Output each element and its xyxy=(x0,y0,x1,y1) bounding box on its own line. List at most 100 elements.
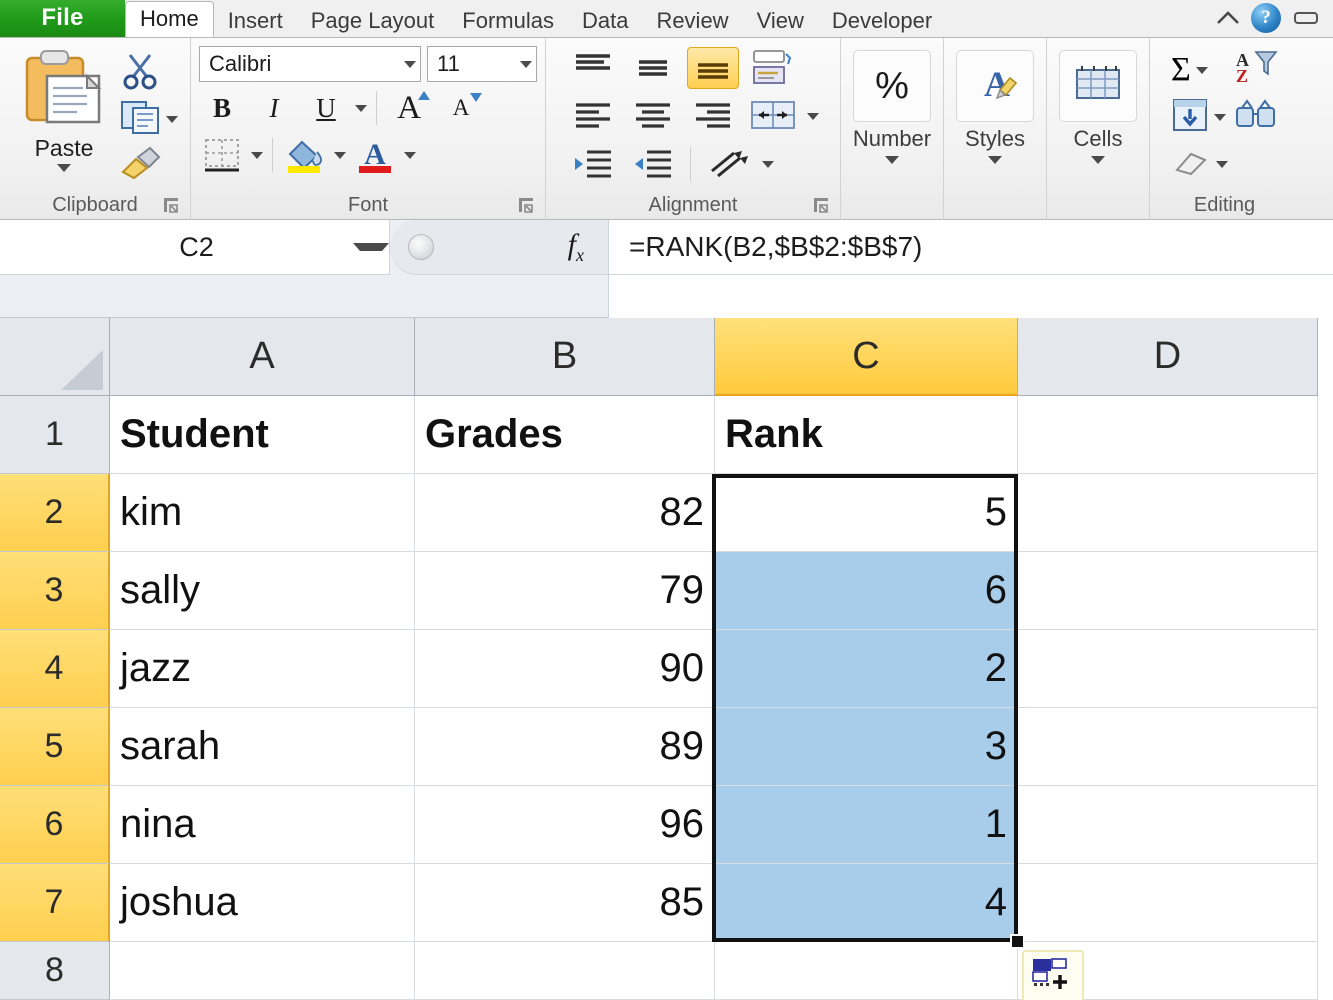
underline-caret-icon[interactable] xyxy=(355,104,367,112)
tab-view[interactable]: View xyxy=(743,4,818,37)
cell-B1[interactable]: Grades xyxy=(415,396,715,474)
number-dropdown-caret[interactable] xyxy=(885,156,899,164)
cell-D2[interactable] xyxy=(1018,474,1318,552)
increase-indent-button[interactable] xyxy=(627,143,679,185)
orientation-button[interactable] xyxy=(747,47,799,89)
fill-handle[interactable] xyxy=(1010,934,1025,949)
cell-D4[interactable] xyxy=(1018,630,1318,708)
tab-home[interactable]: Home xyxy=(125,1,214,37)
cell-A4[interactable]: jazz xyxy=(110,630,415,708)
grow-font-button[interactable]: A xyxy=(386,87,432,129)
autosum-button[interactable]: Σ xyxy=(1171,48,1228,92)
name-box[interactable]: C2 xyxy=(0,220,390,275)
column-header-b[interactable]: B xyxy=(415,318,715,396)
borders-button[interactable] xyxy=(199,134,245,176)
cell-D1[interactable] xyxy=(1018,396,1318,474)
cell-B7[interactable]: 85 xyxy=(415,864,715,942)
styles-dropdown-caret[interactable] xyxy=(988,156,1002,164)
cell-A5[interactable]: sarah xyxy=(110,708,415,786)
ribbon-group-number[interactable]: % Number xyxy=(840,38,943,220)
font-color-caret-icon[interactable] xyxy=(404,151,416,159)
number-format-button[interactable]: % xyxy=(853,50,931,122)
font-dialog-launcher-icon[interactable] xyxy=(517,196,535,214)
align-top-button[interactable] xyxy=(567,47,619,89)
format-painter-button[interactable] xyxy=(120,144,178,186)
tab-data[interactable]: Data xyxy=(568,4,642,37)
copy-dropdown-caret[interactable] xyxy=(166,115,178,123)
cell-C2[interactable]: 5 xyxy=(715,474,1018,552)
tab-formulas[interactable]: Formulas xyxy=(448,4,568,37)
row-header-7[interactable]: 7 xyxy=(0,864,110,942)
cell-B2[interactable]: 82 xyxy=(415,474,715,552)
clear-caret-icon[interactable] xyxy=(1216,160,1228,168)
row-header-1[interactable]: 1 xyxy=(0,396,110,474)
align-center-button[interactable] xyxy=(627,95,679,137)
cell-C5[interactable]: 3 xyxy=(715,708,1018,786)
cell-A6[interactable]: nina xyxy=(110,786,415,864)
sort-and-filter-button[interactable]: A Z xyxy=(1234,48,1278,92)
row-header-3[interactable]: 3 xyxy=(0,552,110,630)
cut-button[interactable] xyxy=(120,52,178,94)
formula-bar-expand-icon[interactable] xyxy=(408,234,434,260)
alignment-dialog-launcher-icon[interactable] xyxy=(812,196,830,214)
autosum-caret-icon[interactable] xyxy=(1195,66,1208,74)
font-size-combobox[interactable]: 11 xyxy=(427,46,537,82)
column-header-a[interactable]: A xyxy=(110,318,415,396)
align-middle-button[interactable] xyxy=(627,47,679,89)
row-header-2[interactable]: 2 xyxy=(0,474,110,552)
formula-input[interactable]: =RANK(B2,$B$2:$B$7) xyxy=(608,220,1333,275)
align-bottom-button[interactable] xyxy=(687,47,739,89)
clipboard-dialog-launcher-icon[interactable] xyxy=(162,196,180,214)
cell-B6[interactable]: 96 xyxy=(415,786,715,864)
paste-button[interactable]: Paste xyxy=(12,46,116,186)
paste-dropdown-caret[interactable] xyxy=(57,164,71,172)
row-header-8[interactable]: 8 xyxy=(0,942,110,1000)
decrease-indent-button[interactable] xyxy=(567,143,619,185)
name-box-caret-icon[interactable] xyxy=(353,243,389,251)
tab-insert[interactable]: Insert xyxy=(214,4,297,37)
cell-A3[interactable]: sally xyxy=(110,552,415,630)
tab-developer[interactable]: Developer xyxy=(818,4,946,37)
insert-function-icon[interactable]: fx xyxy=(568,228,584,266)
cell-C1[interactable]: Rank xyxy=(715,396,1018,474)
font-color-button[interactable]: A xyxy=(352,134,398,176)
ribbon-group-cells[interactable]: Cells xyxy=(1046,38,1149,220)
ribbon-group-styles[interactable]: A Styles xyxy=(943,38,1046,220)
align-right-button[interactable] xyxy=(687,95,739,137)
autofill-options-button[interactable] xyxy=(1022,950,1084,1000)
merge-caret-icon[interactable] xyxy=(807,112,819,120)
cells-dropdown-caret[interactable] xyxy=(1091,156,1105,164)
minimize-icon[interactable] xyxy=(1291,9,1321,27)
cell-D3[interactable] xyxy=(1018,552,1318,630)
help-icon[interactable]: ? xyxy=(1251,3,1281,33)
cell-C4[interactable]: 2 xyxy=(715,630,1018,708)
cells-button[interactable] xyxy=(1059,50,1137,122)
cell-A1[interactable]: Student xyxy=(110,396,415,474)
fill-caret-icon[interactable] xyxy=(1214,113,1226,121)
select-all-corner[interactable] xyxy=(0,318,110,396)
tab-file[interactable]: File xyxy=(0,0,125,37)
cell-C6[interactable]: 1 xyxy=(715,786,1018,864)
fill-color-button[interactable] xyxy=(282,134,328,176)
cell-D6[interactable] xyxy=(1018,786,1318,864)
merge-and-center-button[interactable] xyxy=(747,95,799,137)
underline-button[interactable]: U xyxy=(303,87,349,129)
cell-C8[interactable] xyxy=(715,942,1018,1000)
cell-B8[interactable] xyxy=(415,942,715,1000)
italic-button[interactable]: I xyxy=(251,87,297,129)
wrap-text-button[interactable] xyxy=(702,143,754,185)
cell-A2[interactable]: kim xyxy=(110,474,415,552)
cell-D5[interactable] xyxy=(1018,708,1318,786)
cell-B4[interactable]: 90 xyxy=(415,630,715,708)
fill-color-caret-icon[interactable] xyxy=(334,151,346,159)
row-header-6[interactable]: 6 xyxy=(0,786,110,864)
column-header-c[interactable]: C xyxy=(715,318,1018,396)
borders-caret-icon[interactable] xyxy=(251,151,263,159)
copy-button[interactable] xyxy=(120,98,178,140)
bold-button[interactable]: B xyxy=(199,87,245,129)
align-left-button[interactable] xyxy=(567,95,619,137)
cell-B3[interactable]: 79 xyxy=(415,552,715,630)
column-header-d[interactable]: D xyxy=(1018,318,1318,396)
cell-C3[interactable]: 6 xyxy=(715,552,1018,630)
cell-A8[interactable] xyxy=(110,942,415,1000)
